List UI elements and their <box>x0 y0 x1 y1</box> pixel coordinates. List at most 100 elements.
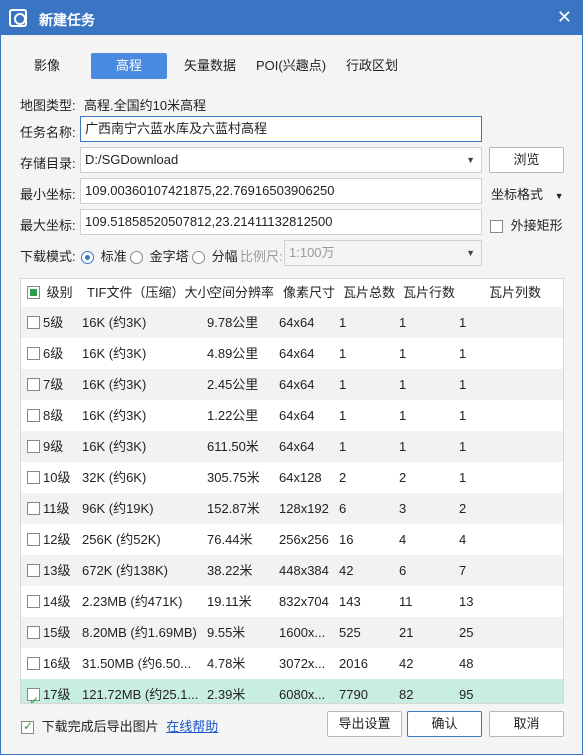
row-level-cell[interactable]: 6级 <box>27 338 63 369</box>
row-level-cell[interactable]: 12级 <box>27 524 70 555</box>
row-level-cell[interactable]: 7级 <box>27 369 63 400</box>
row-level-cell[interactable]: 13级 <box>27 555 70 586</box>
export-after-download-option[interactable]: 下载完成后导出图片 在线帮助 <box>21 716 218 735</box>
row-checkbox[interactable] <box>27 316 40 330</box>
row-checkbox[interactable] <box>27 347 40 361</box>
row-level-cell[interactable]: 5级 <box>27 307 63 338</box>
row-res-cell: 305.75米 <box>207 470 260 485</box>
row-checkbox[interactable] <box>27 595 40 609</box>
export-after-download-checkbox[interactable] <box>21 719 34 735</box>
row-level-cell[interactable]: 11级 <box>27 493 70 524</box>
max-coord-input[interactable]: 109.51858520507812,23.21411132812500 <box>80 209 482 235</box>
tab-admin-division[interactable]: 行政区划 <box>339 53 405 79</box>
select-all-checkbox[interactable] <box>27 286 40 300</box>
row-size-cell: 16K (约3K) <box>82 346 147 361</box>
row-level-cell[interactable]: 14级 <box>27 586 70 617</box>
row-size-cell: 121.72MB (约25.1... <box>82 687 199 702</box>
table-row[interactable]: 14级 2.23MB (约471K) 19.11米 832x704 143 11 13 <box>21 586 563 617</box>
table-row[interactable]: 16级 31.50MB (约6.50... 4.78米 3072x... 2016 42 4… <box>21 648 563 679</box>
row-checkbox[interactable] <box>27 378 40 392</box>
row-pixels-cell: 128x192 <box>279 501 329 516</box>
row-level-label: 10级 <box>43 470 71 485</box>
row-checkbox[interactable] <box>27 657 40 671</box>
row-checkbox[interactable] <box>27 564 40 578</box>
row-pixels-cell: 256x256 <box>279 532 329 547</box>
mode-sheet-radio[interactable] <box>192 251 205 265</box>
row-level-label: 11级 <box>43 501 70 516</box>
row-rows-cell: 4 <box>399 532 407 547</box>
min-coord-label: 最小坐标: <box>20 187 76 202</box>
bounding-rect-option[interactable]: 外接矩形 <box>490 215 563 234</box>
bounding-rect-checkbox[interactable] <box>490 220 503 234</box>
row-pixels-cell: 64x64 <box>279 439 315 454</box>
row-level-label: 9级 <box>43 439 64 454</box>
row-checkbox[interactable] <box>27 471 40 485</box>
table-row[interactable]: 10级 32K (约6K) 305.75米 64x128 2 2 1 <box>21 462 563 493</box>
caret-down-icon: ▼ <box>554 191 564 201</box>
mode-standard[interactable]: 标准 <box>81 246 127 265</box>
row-pixels-cell: 64x64 <box>279 408 315 423</box>
table-row[interactable]: 13级 672K (约138K) 38.22米 448x384 42 6 7 <box>21 555 563 586</box>
row-checkbox[interactable] <box>27 409 40 423</box>
row-level-cell[interactable]: 8级 <box>27 400 63 431</box>
storage-dir-select[interactable]: D:/SGDownload ▼ <box>80 147 482 173</box>
row-level-cell[interactable]: 10级 <box>27 462 70 493</box>
tab-vector-data[interactable]: 矢量数据 <box>177 53 243 79</box>
table-row[interactable]: 6级 16K (约3K) 4.89公里 64x64 1 1 1 <box>21 338 563 369</box>
table-row[interactable]: 12级 256K (约52K) 76.44米 256x256 16 4 4 <box>21 524 563 555</box>
row-res-cell: 611.50米 <box>207 439 259 454</box>
mode-sheet-label: 分幅 <box>211 249 238 264</box>
table-row[interactable]: 15级 8.20MB (约1.69MB) 9.55米 1600x... 525 21 25 <box>21 617 563 648</box>
confirm-button[interactable]: 确认 <box>407 711 482 737</box>
table-row[interactable]: 11级 96K (约19K) 152.87米 128x192 6 3 2 <box>21 493 563 524</box>
row-checkbox[interactable] <box>27 440 40 454</box>
row-checkbox[interactable] <box>27 502 40 516</box>
table-row[interactable]: 8级 16K (约3K) 1.22公里 64x64 1 1 1 <box>21 400 563 431</box>
export-after-download-label: 下载完成后导出图片 <box>41 719 159 734</box>
tab-poi[interactable]: POI(兴趣点) <box>253 53 329 79</box>
row-size-cell: 16K (约3K) <box>82 439 147 454</box>
row-cols-cell: 1 <box>459 315 467 330</box>
table-row[interactable]: 9级 16K (约3K) 611.50米 64x64 1 1 1 <box>21 431 563 462</box>
scale-select[interactable]: 1:100万 ▼ <box>284 240 482 266</box>
header-tile-cols: 瓦片列数 <box>489 285 542 300</box>
mode-pyramid-radio[interactable] <box>130 251 143 265</box>
table-row[interactable]: 7级 16K (约3K) 2.45公里 64x64 1 1 1 <box>21 369 563 400</box>
row-checkbox[interactable] <box>27 626 40 640</box>
browse-button[interactable]: 浏览 <box>489 147 564 173</box>
tab-imagery[interactable]: 影像 <box>21 53 73 79</box>
mode-standard-radio[interactable] <box>81 251 94 265</box>
table-row[interactable]: 17级 121.72MB (约25.1... 2.39米 6080x... 7790 82… <box>21 679 563 703</box>
table-header: 级别 TIF文件（压缩）大小 空间分辨率 像素尺寸 瓦片总数 瓦片行数 瓦片列数 <box>21 279 563 307</box>
close-icon[interactable]: ✕ <box>557 7 572 27</box>
row-level-cell[interactable]: 16级 <box>27 648 70 679</box>
row-level-cell[interactable]: 9级 <box>27 431 63 462</box>
row-size-cell: 8.20MB (约1.69MB) <box>82 625 197 640</box>
row-res-cell: 38.22米 <box>207 563 253 578</box>
row-res-cell: 2.45公里 <box>207 377 259 392</box>
min-coord-input[interactable]: 109.00360107421875,22.76916503906250 <box>80 178 482 204</box>
row-level-cell[interactable]: 15级 <box>27 617 70 648</box>
select-all[interactable]: 级别 <box>27 279 73 307</box>
title-bar[interactable]: 新建任务 ✕ <box>1 1 582 35</box>
row-checkbox[interactable] <box>27 686 40 703</box>
row-checkbox[interactable] <box>27 533 40 547</box>
row-cols-cell: 1 <box>459 408 467 423</box>
row-level-cell[interactable]: 17级 <box>27 679 70 703</box>
coord-format-dropdown[interactable]: 坐标格式 ▼ <box>491 184 564 203</box>
scale-value: 1:100万 <box>289 245 335 260</box>
mode-pyramid[interactable]: 金字塔 <box>130 246 189 265</box>
row-size-cell: 16K (约3K) <box>82 315 147 330</box>
row-res-cell: 1.22公里 <box>207 408 259 423</box>
row-total-cell: 143 <box>339 594 361 609</box>
cancel-button[interactable]: 取消 <box>489 711 564 737</box>
row-total-cell: 2 <box>339 470 347 485</box>
table-row[interactable]: 5级 16K (约3K) 9.78公里 64x64 1 1 1 <box>21 307 563 338</box>
row-rows-cell: 1 <box>399 439 407 454</box>
mode-sheet[interactable]: 分幅 <box>192 246 238 265</box>
tab-elevation[interactable]: 高程 <box>91 53 167 79</box>
export-settings-button[interactable]: 导出设置 <box>327 711 402 737</box>
row-pixels-cell: 3072x... <box>279 656 326 671</box>
online-help-link[interactable]: 在线帮助 <box>166 719 218 734</box>
task-name-input[interactable]: 广西南宁六蓝水库及六蓝村高程 <box>80 116 482 142</box>
